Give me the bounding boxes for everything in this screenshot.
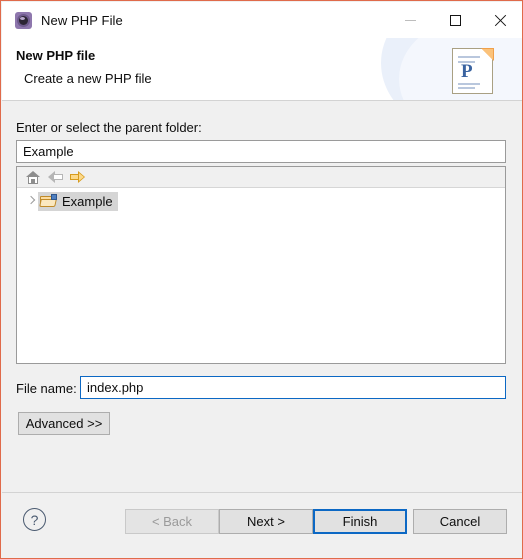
window-controls xyxy=(388,2,522,38)
tree-item-example[interactable]: Example xyxy=(17,191,505,211)
cancel-button[interactable]: Cancel xyxy=(413,509,507,534)
back-button[interactable] xyxy=(44,168,66,187)
advanced-button[interactable]: Advanced >> xyxy=(18,412,110,435)
parent-folder-input[interactable] xyxy=(16,140,506,163)
title-bar: New PHP File xyxy=(2,2,522,38)
home-button[interactable] xyxy=(22,168,44,187)
chevron-right-icon[interactable] xyxy=(24,194,38,208)
php-document-icon: P xyxy=(452,48,494,94)
folder-tree-list[interactable]: Example xyxy=(17,189,505,363)
file-name-input[interactable] xyxy=(80,376,506,399)
close-icon xyxy=(494,14,507,27)
tree-item-selected-wrapper[interactable]: Example xyxy=(38,191,118,211)
maximize-icon xyxy=(450,14,461,26)
next-button[interactable]: Next > xyxy=(219,509,313,534)
folder-tree-panel: Example xyxy=(16,166,506,364)
minimize-icon xyxy=(405,19,416,21)
forward-button[interactable] xyxy=(66,168,88,187)
minimize-button[interactable] xyxy=(388,2,433,38)
tree-item-label: Example xyxy=(62,193,113,209)
dialog-body: Enter or select the parent folder: Examp… xyxy=(2,102,522,492)
folder-tree-toolbar xyxy=(17,167,505,188)
back-button-footer[interactable]: < Back xyxy=(125,509,219,534)
php-folder-icon xyxy=(39,194,57,208)
close-button[interactable] xyxy=(478,2,522,38)
gear-icon xyxy=(15,11,32,29)
parent-folder-label: Enter or select the parent folder: xyxy=(16,120,202,135)
file-name-label: File name: xyxy=(16,381,77,396)
back-arrow-icon xyxy=(47,171,63,183)
forward-arrow-icon xyxy=(69,171,85,183)
help-icon[interactable]: ? xyxy=(23,508,46,531)
maximize-button[interactable] xyxy=(433,2,478,38)
php-document-icon-letter: P xyxy=(461,61,473,82)
wizard-header: New PHP file Create a new PHP file P xyxy=(2,38,522,101)
window-title: New PHP File xyxy=(41,12,123,28)
finish-button[interactable]: Finish xyxy=(313,509,407,534)
page-subtitle: Create a new PHP file xyxy=(24,71,152,86)
new-php-file-dialog: New PHP File New PHP file Create a new P… xyxy=(0,0,523,559)
home-icon xyxy=(26,170,40,184)
page-title: New PHP file xyxy=(16,48,96,63)
